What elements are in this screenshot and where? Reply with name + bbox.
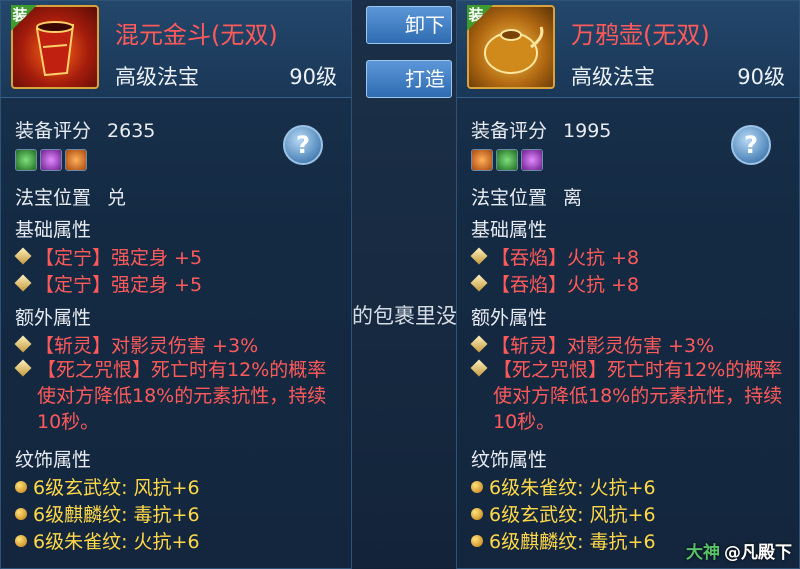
base-attr-1: 【吞焰】火抗 +8	[470, 243, 640, 270]
ornament-text: 6级朱雀纹: 火抗+6	[33, 531, 200, 553]
ornament-3: 6级朱雀纹: 火抗+6	[15, 527, 200, 554]
diamond-icon	[14, 359, 32, 377]
ornament-2: 6级玄武纹: 风抗+6	[471, 500, 656, 527]
extra-attr-1: 【斩灵】对影灵伤害 +3%	[14, 331, 259, 358]
diamond-icon	[14, 247, 32, 265]
item-level: 90级	[737, 65, 785, 89]
background-text: 的包裹里没	[352, 304, 456, 328]
diamond-icon	[470, 274, 488, 292]
extra-attr-2: 【死之咒恨】死亡时有12%的概率使对方降低18%的元素抗性，持续10秒。	[493, 357, 793, 435]
extra-attr-2-marker	[14, 359, 35, 381]
gem-slots	[471, 149, 543, 171]
dashen-logo: 大神	[686, 543, 720, 563]
ornament-title: 纹饰属性	[15, 449, 92, 471]
attr-text: 火抗 +8	[567, 274, 640, 296]
attr-text: 对影灵伤害 +3%	[567, 335, 715, 357]
orb-icon	[471, 508, 483, 520]
extra-attr-2-marker	[470, 359, 491, 381]
ornament-title: 纹饰属性	[471, 449, 548, 471]
item-tooltip-left: 装 混元金斗(无双) 高级法宝 90级 装备评分 2635 ? 法宝位置兑 基础属…	[0, 0, 352, 569]
base-attr-2: 【定宁】强定身 +5	[14, 270, 203, 297]
base-attr-2: 【吞焰】火抗 +8	[470, 270, 640, 297]
score-row: 装备评分 2635	[15, 116, 155, 143]
orb-icon	[471, 481, 483, 493]
item-name: 万鸦壶(无双)	[571, 21, 710, 49]
diamond-icon	[14, 274, 32, 292]
orb-icon	[15, 535, 27, 547]
ornament-1: 6级朱雀纹: 火抗+6	[471, 473, 656, 500]
ornament-1: 6级玄武纹: 风抗+6	[15, 473, 200, 500]
position-label: 法宝位置	[15, 187, 92, 209]
position-value: 兑	[107, 187, 127, 209]
ornament-text: 6级玄武纹: 风抗+6	[33, 477, 200, 499]
base-attr-title: 基础属性	[471, 219, 548, 241]
base-attr-1: 【定宁】强定身 +5	[14, 243, 203, 270]
purple-gem-icon	[40, 149, 62, 171]
diamond-icon	[470, 247, 488, 265]
attr-text: 强定身 +5	[111, 274, 203, 296]
score-value: 1995	[563, 120, 612, 142]
score-row: 装备评分 1995	[471, 116, 611, 143]
score-label: 装备评分	[471, 120, 548, 142]
ornament-text: 6级朱雀纹: 火抗+6	[489, 477, 656, 499]
item-icon-hunyuan-jindou: 装	[11, 5, 99, 89]
forge-button[interactable]: 打造	[366, 60, 452, 98]
extra-attr-title: 额外属性	[15, 307, 92, 329]
ornament-text: 6级玄武纹: 风抗+6	[489, 504, 656, 526]
extra-attr-1: 【斩灵】对影灵伤害 +3%	[470, 331, 715, 358]
watermark: 大神 @凡殿下	[686, 538, 792, 563]
item-icon-wanya-hu: 装	[467, 5, 555, 89]
orb-icon	[15, 508, 27, 520]
unequip-button[interactable]: 卸下	[366, 6, 452, 44]
attr-tag: 【定宁】	[35, 274, 112, 296]
position-value: 离	[563, 187, 583, 209]
score-label: 装备评分	[15, 120, 92, 142]
ornament-text: 6级麒麟纹: 毒抗+6	[33, 504, 200, 526]
attr-text: 对影灵伤害 +3%	[111, 335, 259, 357]
orb-icon	[471, 535, 483, 547]
position-row: 法宝位置离	[471, 183, 582, 210]
item-level: 90级	[289, 65, 337, 89]
ornament-3: 6级麒麟纹: 毒抗+6	[471, 527, 656, 554]
extra-attr-2: 【死之咒恨】死亡时有12%的概率使对方降低18%的元素抗性，持续10秒。	[37, 357, 337, 435]
ornament-2: 6级麒麟纹: 毒抗+6	[15, 500, 200, 527]
orange-gem-icon	[65, 149, 87, 171]
attr-tag: 【定宁】	[35, 247, 112, 269]
attr-tag: 【吞焰】	[491, 247, 568, 269]
position-row: 法宝位置兑	[15, 183, 126, 210]
diamond-icon	[470, 335, 488, 353]
watermark-user: @凡殿下	[724, 543, 792, 563]
green-gem-icon	[496, 149, 518, 171]
position-label: 法宝位置	[471, 187, 548, 209]
item-type: 高级法宝	[571, 65, 655, 89]
score-value: 2635	[107, 120, 156, 142]
green-gem-icon	[15, 149, 37, 171]
diamond-icon	[470, 359, 488, 377]
orange-gem-icon	[471, 149, 493, 171]
extra-attr-title: 额外属性	[471, 307, 548, 329]
item-name: 混元金斗(无双)	[115, 21, 278, 49]
purple-gem-icon	[521, 149, 543, 171]
attr-tag: 【死之咒恨】	[37, 359, 152, 381]
gem-slots	[15, 149, 87, 171]
item-header: 装 万鸦壶(无双) 高级法宝 90级	[457, 1, 799, 98]
item-tooltip-right: 装 万鸦壶(无双) 高级法宝 90级 装备评分 1995 ? 法宝位置离 基础属性…	[456, 0, 800, 569]
ornament-text: 6级麒麟纹: 毒抗+6	[489, 531, 656, 553]
help-button[interactable]: ?	[283, 125, 323, 165]
item-header: 装 混元金斗(无双) 高级法宝 90级	[1, 1, 351, 98]
orb-icon	[15, 481, 27, 493]
item-type: 高级法宝	[115, 65, 199, 89]
attr-tag: 【吞焰】	[491, 274, 568, 296]
diamond-icon	[14, 335, 32, 353]
attr-text: 火抗 +8	[567, 247, 640, 269]
base-attr-title: 基础属性	[15, 219, 92, 241]
attr-tag: 【斩灵】	[35, 335, 112, 357]
attr-tag: 【斩灵】	[491, 335, 568, 357]
attr-tag: 【死之咒恨】	[493, 359, 608, 381]
attr-text: 强定身 +5	[111, 247, 203, 269]
help-button[interactable]: ?	[731, 125, 771, 165]
